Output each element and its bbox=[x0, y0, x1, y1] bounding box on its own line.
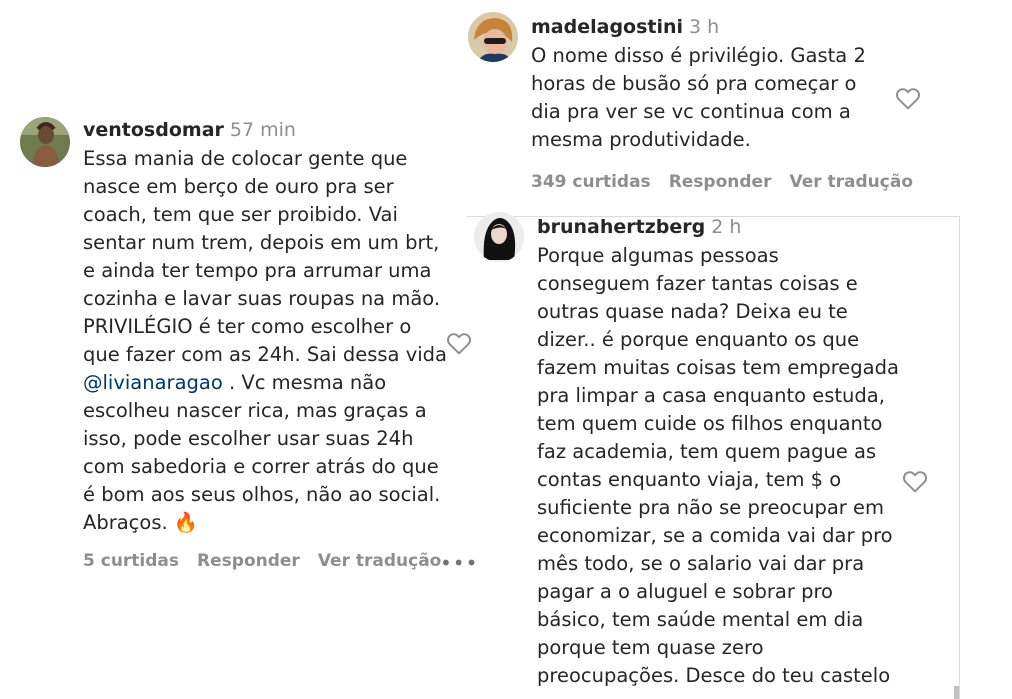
avatar[interactable] bbox=[474, 212, 524, 262]
more-options-icon[interactable]: ••• bbox=[440, 553, 478, 573]
timestamp[interactable]: 3 h bbox=[689, 16, 719, 38]
comment-header: brunahertzberg 2 h bbox=[537, 214, 937, 240]
timestamp[interactable]: 2 h bbox=[711, 216, 741, 238]
comment-text: Essa mania de colocar gente que nasce em… bbox=[83, 147, 447, 534]
reply-button[interactable]: Responder bbox=[197, 551, 300, 571]
comment-ventosdomar: ventosdomar 57 min Essa mania de colocar … bbox=[20, 117, 480, 587]
comment-header: madelagostini 3 h bbox=[531, 14, 931, 40]
username[interactable]: brunahertzberg bbox=[537, 216, 705, 238]
heart-icon[interactable] bbox=[446, 331, 472, 355]
likes-count[interactable]: 349 curtidas bbox=[531, 172, 651, 192]
translate-button[interactable]: Ver tradução bbox=[318, 551, 442, 571]
panel-right-border bbox=[959, 216, 960, 699]
timestamp[interactable]: 57 min bbox=[230, 119, 296, 141]
translate-button[interactable]: Ver tradução bbox=[789, 172, 913, 192]
scrollbar-thumb[interactable] bbox=[954, 686, 959, 699]
comment-madelagostini: madelagostini 3 h O nome disso é privilég… bbox=[468, 12, 948, 202]
comment-header: ventosdomar 57 min bbox=[83, 117, 483, 143]
comment-text: Porque algumas pessoas conseguem fazer t… bbox=[537, 244, 899, 687]
heart-icon[interactable] bbox=[895, 86, 921, 110]
comment-text: O nome disso é privilégio. Gasta 2 horas… bbox=[531, 44, 866, 151]
reply-button[interactable]: Responder bbox=[669, 172, 772, 192]
heart-icon[interactable] bbox=[902, 469, 928, 493]
username[interactable]: ventosdomar bbox=[83, 119, 224, 141]
comment-actions: 349 curtidas Responder Ver tradução bbox=[531, 170, 931, 194]
avatar[interactable] bbox=[20, 117, 70, 167]
comment-brunahertzberg: brunahertzberg 2 h Porque algumas pessoas… bbox=[474, 212, 944, 699]
avatar[interactable] bbox=[468, 12, 518, 62]
mention-link[interactable]: @livianaragao bbox=[83, 371, 223, 394]
likes-count[interactable]: 5 curtidas bbox=[83, 551, 179, 571]
comment-actions: 5 curtidas Responder Ver tradução bbox=[83, 549, 483, 573]
username[interactable]: madelagostini bbox=[531, 16, 683, 38]
